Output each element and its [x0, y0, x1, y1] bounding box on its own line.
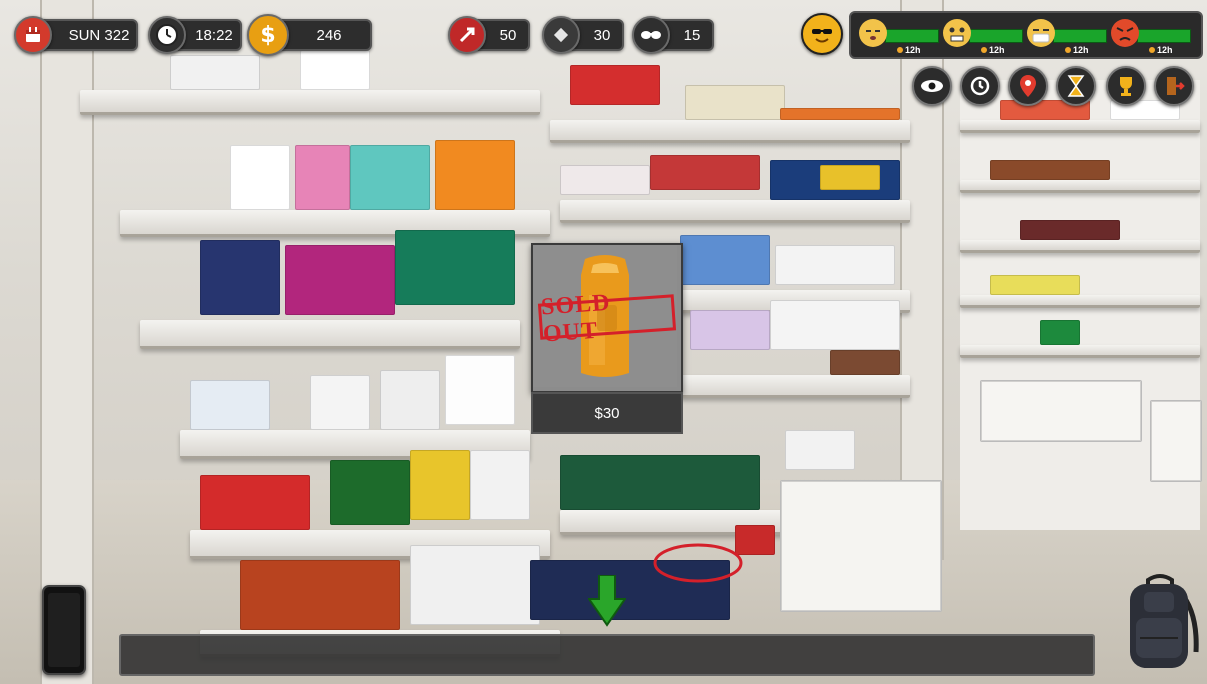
- stressed-face-icon: [943, 19, 971, 47]
- hourglass-button[interactable]: [1056, 66, 1096, 106]
- sunglasses-icon[interactable]: [632, 16, 670, 54]
- clock-label: 18:22: [195, 26, 233, 44]
- trophy-icon: [1120, 77, 1132, 96]
- phone-button[interactable]: [42, 585, 86, 675]
- backpack-icon: [1130, 574, 1199, 668]
- day-label: SUN 322: [68, 26, 130, 44]
- clock-icon[interactable]: [148, 16, 186, 54]
- eye-icon: [921, 80, 943, 92]
- cleaning-value: 30: [593, 26, 611, 44]
- mood-time: 12h: [905, 45, 921, 55]
- map-pin-icon: [1020, 75, 1036, 97]
- timer-dot: [1065, 47, 1071, 53]
- mood-time: 12h: [1073, 45, 1089, 55]
- map-pin-button[interactable]: [1008, 66, 1048, 106]
- mood-sleepy: 12h: [859, 17, 939, 55]
- history-icon: [970, 76, 990, 96]
- mood-bar: [885, 29, 939, 43]
- green-arrow-down-icon: [588, 575, 626, 627]
- main-shelving: [40, 0, 944, 684]
- price-label: $30: [594, 404, 620, 422]
- product-price: $30: [531, 392, 683, 434]
- mood-time: 12h: [1157, 45, 1173, 55]
- sold-out-stamp: SOLD OUT: [537, 290, 677, 347]
- phone-screen: [48, 593, 80, 667]
- mood-time: 12h: [989, 45, 1005, 55]
- sick-face-icon: [1027, 19, 1055, 47]
- mood-panel: 12h 12h 12h 12h: [849, 11, 1203, 59]
- eye-button[interactable]: [912, 66, 952, 106]
- sleepy-face-icon: [859, 19, 887, 47]
- mood-bar: [969, 29, 1023, 43]
- timer-dot: [897, 47, 903, 53]
- timer-dot: [981, 47, 987, 53]
- history-button[interactable]: [960, 66, 1000, 106]
- health-value: 50: [499, 26, 517, 44]
- sold-out-label: SOLD OUT: [540, 289, 612, 348]
- angry-face-icon: [1111, 19, 1139, 47]
- product-popup[interactable]: SOLD OUT: [531, 243, 683, 393]
- money-label: 246: [316, 26, 342, 44]
- calendar-icon[interactable]: [14, 16, 52, 54]
- health-icon[interactable]: [448, 16, 486, 54]
- highlight-circle: [653, 543, 743, 583]
- timer-dot: [1149, 47, 1155, 53]
- exit-button[interactable]: [1154, 66, 1194, 106]
- mood-angry: 12h: [1111, 17, 1191, 55]
- backpack-button[interactable]: [1118, 572, 1202, 672]
- background-shelving: [960, 80, 1202, 530]
- mood-bar: [1137, 29, 1191, 43]
- reputation-value: 15: [683, 26, 701, 44]
- exit-icon: [1167, 77, 1185, 95]
- mood-sick: 12h: [1027, 17, 1107, 55]
- cool-face-icon[interactable]: [801, 13, 843, 55]
- hourglass-icon: [1067, 75, 1085, 97]
- cleaning-icon[interactable]: [542, 16, 580, 54]
- mood-stressed: 12h: [943, 17, 1023, 55]
- mood-bar: [1053, 29, 1107, 43]
- message-bar: [119, 634, 1095, 676]
- trophy-button[interactable]: [1106, 66, 1146, 106]
- dollar-icon[interactable]: $: [247, 14, 289, 56]
